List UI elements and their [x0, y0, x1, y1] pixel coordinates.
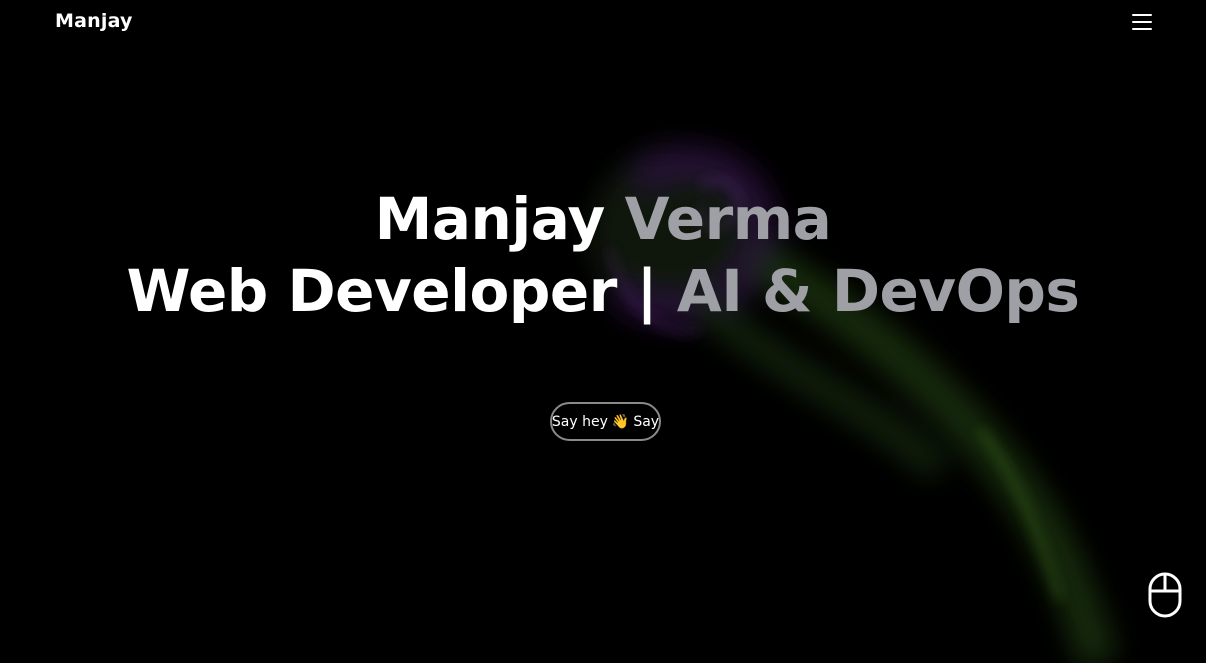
hero-last-name: Verma [624, 185, 832, 253]
smoke-background [590, 145, 1119, 663]
waving-hand-icon: 👋 [611, 413, 630, 430]
hero-role-line: Web Developer | AI & DevOps [0, 255, 1206, 327]
brand-logo-link[interactable]: Manjay [55, 10, 133, 32]
say-hey-label: Say hey [551, 413, 608, 430]
say-label-repeat: Say [633, 413, 660, 430]
hero-first-name: Manjay [374, 185, 606, 253]
hamburger-menu-icon[interactable] [1128, 10, 1156, 34]
hero-name-line: Manjay Verma [0, 183, 1206, 255]
hero-role-secondary: AI & DevOps [676, 257, 1080, 325]
mouse-scroll-icon[interactable] [1146, 571, 1184, 619]
hero-role-primary: Web Developer | [126, 257, 658, 325]
say-hey-button[interactable]: Say hey 👋 Say [550, 402, 661, 441]
hero-heading: Manjay Verma Web Developer | AI & DevOps [0, 183, 1206, 327]
